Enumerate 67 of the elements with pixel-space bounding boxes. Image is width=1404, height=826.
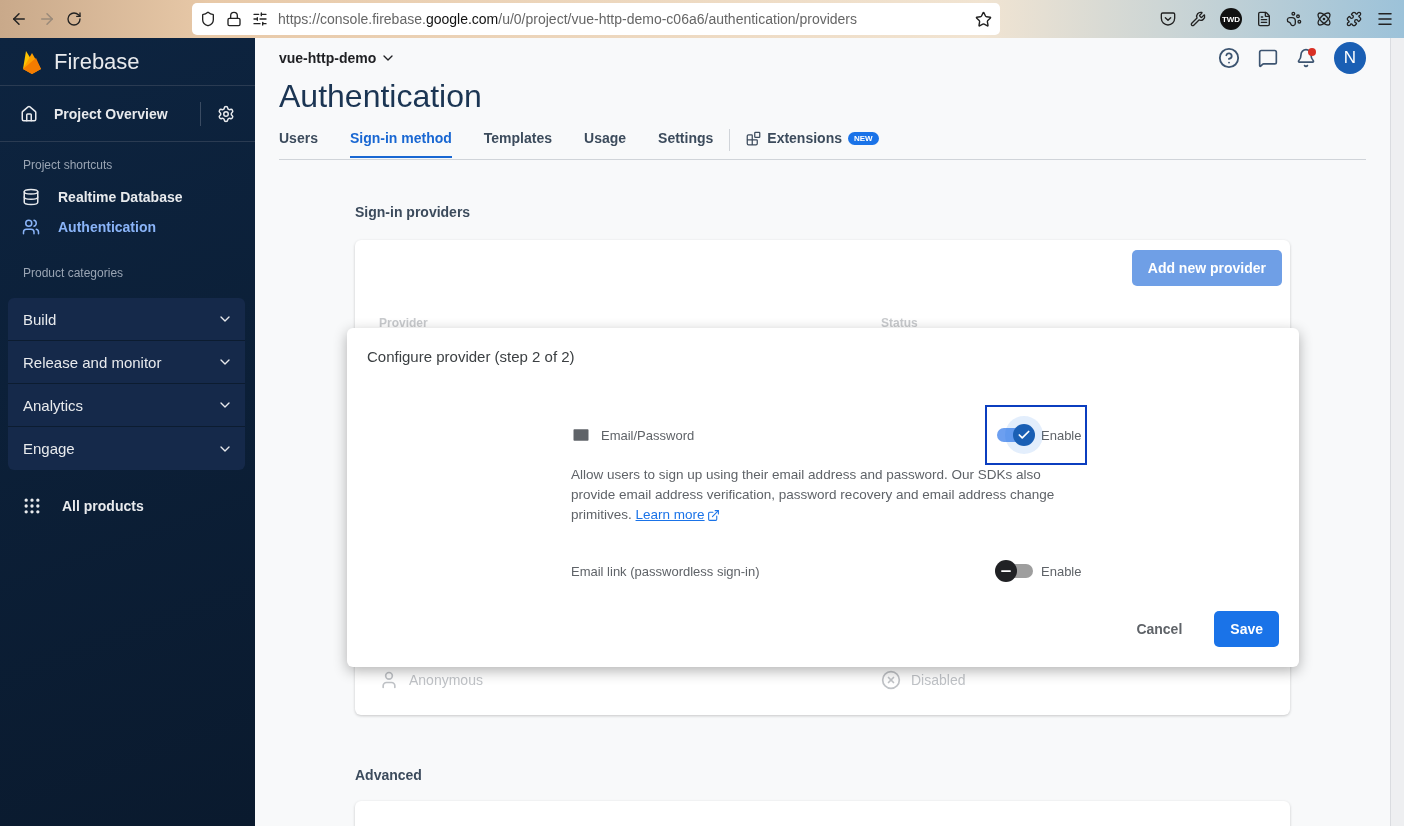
new-badge: NEW <box>848 131 879 145</box>
option-label: Email link (passwordless sign-in) <box>571 563 760 579</box>
toggle-switch[interactable] <box>995 560 1035 582</box>
atom-icon[interactable] <box>1316 11 1332 27</box>
toggle-switch[interactable] <box>995 424 1035 446</box>
toggle-thumb[interactable] <box>1013 424 1035 446</box>
person-icon <box>379 670 399 690</box>
sliders-icon[interactable] <box>252 11 268 27</box>
category-item[interactable]: Engage <box>8 427 245 470</box>
category-item[interactable]: Analytics <box>8 384 245 427</box>
project-selector[interactable]: vue-http-demo <box>279 50 397 66</box>
project-overview-link[interactable]: Project Overview <box>54 105 184 122</box>
tab[interactable]: Sign-in method <box>349 130 452 158</box>
tab[interactable]: Usage <box>584 130 627 158</box>
provider-name: Anonymous <box>409 672 483 688</box>
shield-icon[interactable] <box>200 11 216 27</box>
sidebar-item[interactable]: Realtime Database <box>0 182 255 212</box>
help-icon[interactable] <box>1218 47 1240 69</box>
external-link-icon <box>706 508 720 522</box>
database-icon <box>22 188 40 206</box>
toggle-label: Enable <box>1041 427 1082 443</box>
url-text: https://console.firebase.google.com/u/0/project/vue-http-demo-c06a6/authentication/providers <box>278 11 859 27</box>
home-icon[interactable] <box>20 104 38 123</box>
feedback-icon[interactable] <box>1258 48 1278 68</box>
star-icon[interactable] <box>975 10 992 28</box>
blocks-icon <box>746 130 762 146</box>
tab[interactable]: Extensions NEW <box>746 130 879 158</box>
lock-icon[interactable] <box>226 11 242 27</box>
tab[interactable]: Settings <box>658 130 714 158</box>
section-heading: Product categories <box>22 265 125 282</box>
tab[interactable]: Templates <box>483 130 553 158</box>
paw-icon[interactable] <box>1286 11 1302 27</box>
puzzle-icon[interactable] <box>1346 11 1362 27</box>
pocket-icon[interactable] <box>1160 11 1176 27</box>
option-description: Allow users to sign up using their email address and password. Our SDKs also provide email address verification, password recovery and email address change primitives. Learn more <box>571 465 1076 525</box>
x-circle-icon <box>881 670 901 690</box>
address-bar[interactable]: https://console.firebase.google.com/u/0/project/vue-http-demo-c06a6/authentication/providers <box>192 3 1000 35</box>
all-products-link[interactable]: All products <box>0 470 255 542</box>
reload-icon[interactable] <box>66 11 82 27</box>
avatar[interactable]: N <box>1334 42 1366 74</box>
wrench-icon[interactable] <box>1190 11 1206 27</box>
cancel-button[interactable]: Cancel <box>1120 611 1199 647</box>
scrollbar[interactable] <box>1390 38 1404 826</box>
sidebar-item[interactable]: Authentication <box>0 212 255 242</box>
section-title: Advanced <box>355 767 423 783</box>
back-icon[interactable] <box>10 10 28 28</box>
people-icon <box>22 218 40 236</box>
extension-badge[interactable]: TWD <box>1220 8 1242 30</box>
settings-icon[interactable] <box>217 104 235 123</box>
brand-name: Firebase <box>54 48 140 75</box>
menu-icon[interactable] <box>1376 10 1394 28</box>
dialog-title: Configure provider (step 2 of 2) <box>367 348 576 365</box>
toggle-label: Enable <box>1041 563 1082 579</box>
tab[interactable]: Users <box>279 130 318 158</box>
category-item[interactable]: Release and monitor <box>8 341 245 384</box>
option-label: Email/Password <box>601 427 695 443</box>
section-title: Sign-in providers <box>355 204 472 220</box>
toggle-thumb[interactable] <box>995 560 1017 582</box>
page-title: Authentication <box>279 78 483 115</box>
category-item[interactable]: Build <box>8 298 245 341</box>
document-icon[interactable] <box>1256 11 1272 27</box>
save-button[interactable]: Save <box>1214 611 1279 647</box>
section-heading: Project shortcuts <box>22 157 114 174</box>
notifications-icon[interactable] <box>1296 48 1316 68</box>
learn-more-link[interactable]: Learn more <box>635 505 720 525</box>
status-text: Disabled <box>911 672 966 688</box>
grid-icon <box>22 496 42 516</box>
